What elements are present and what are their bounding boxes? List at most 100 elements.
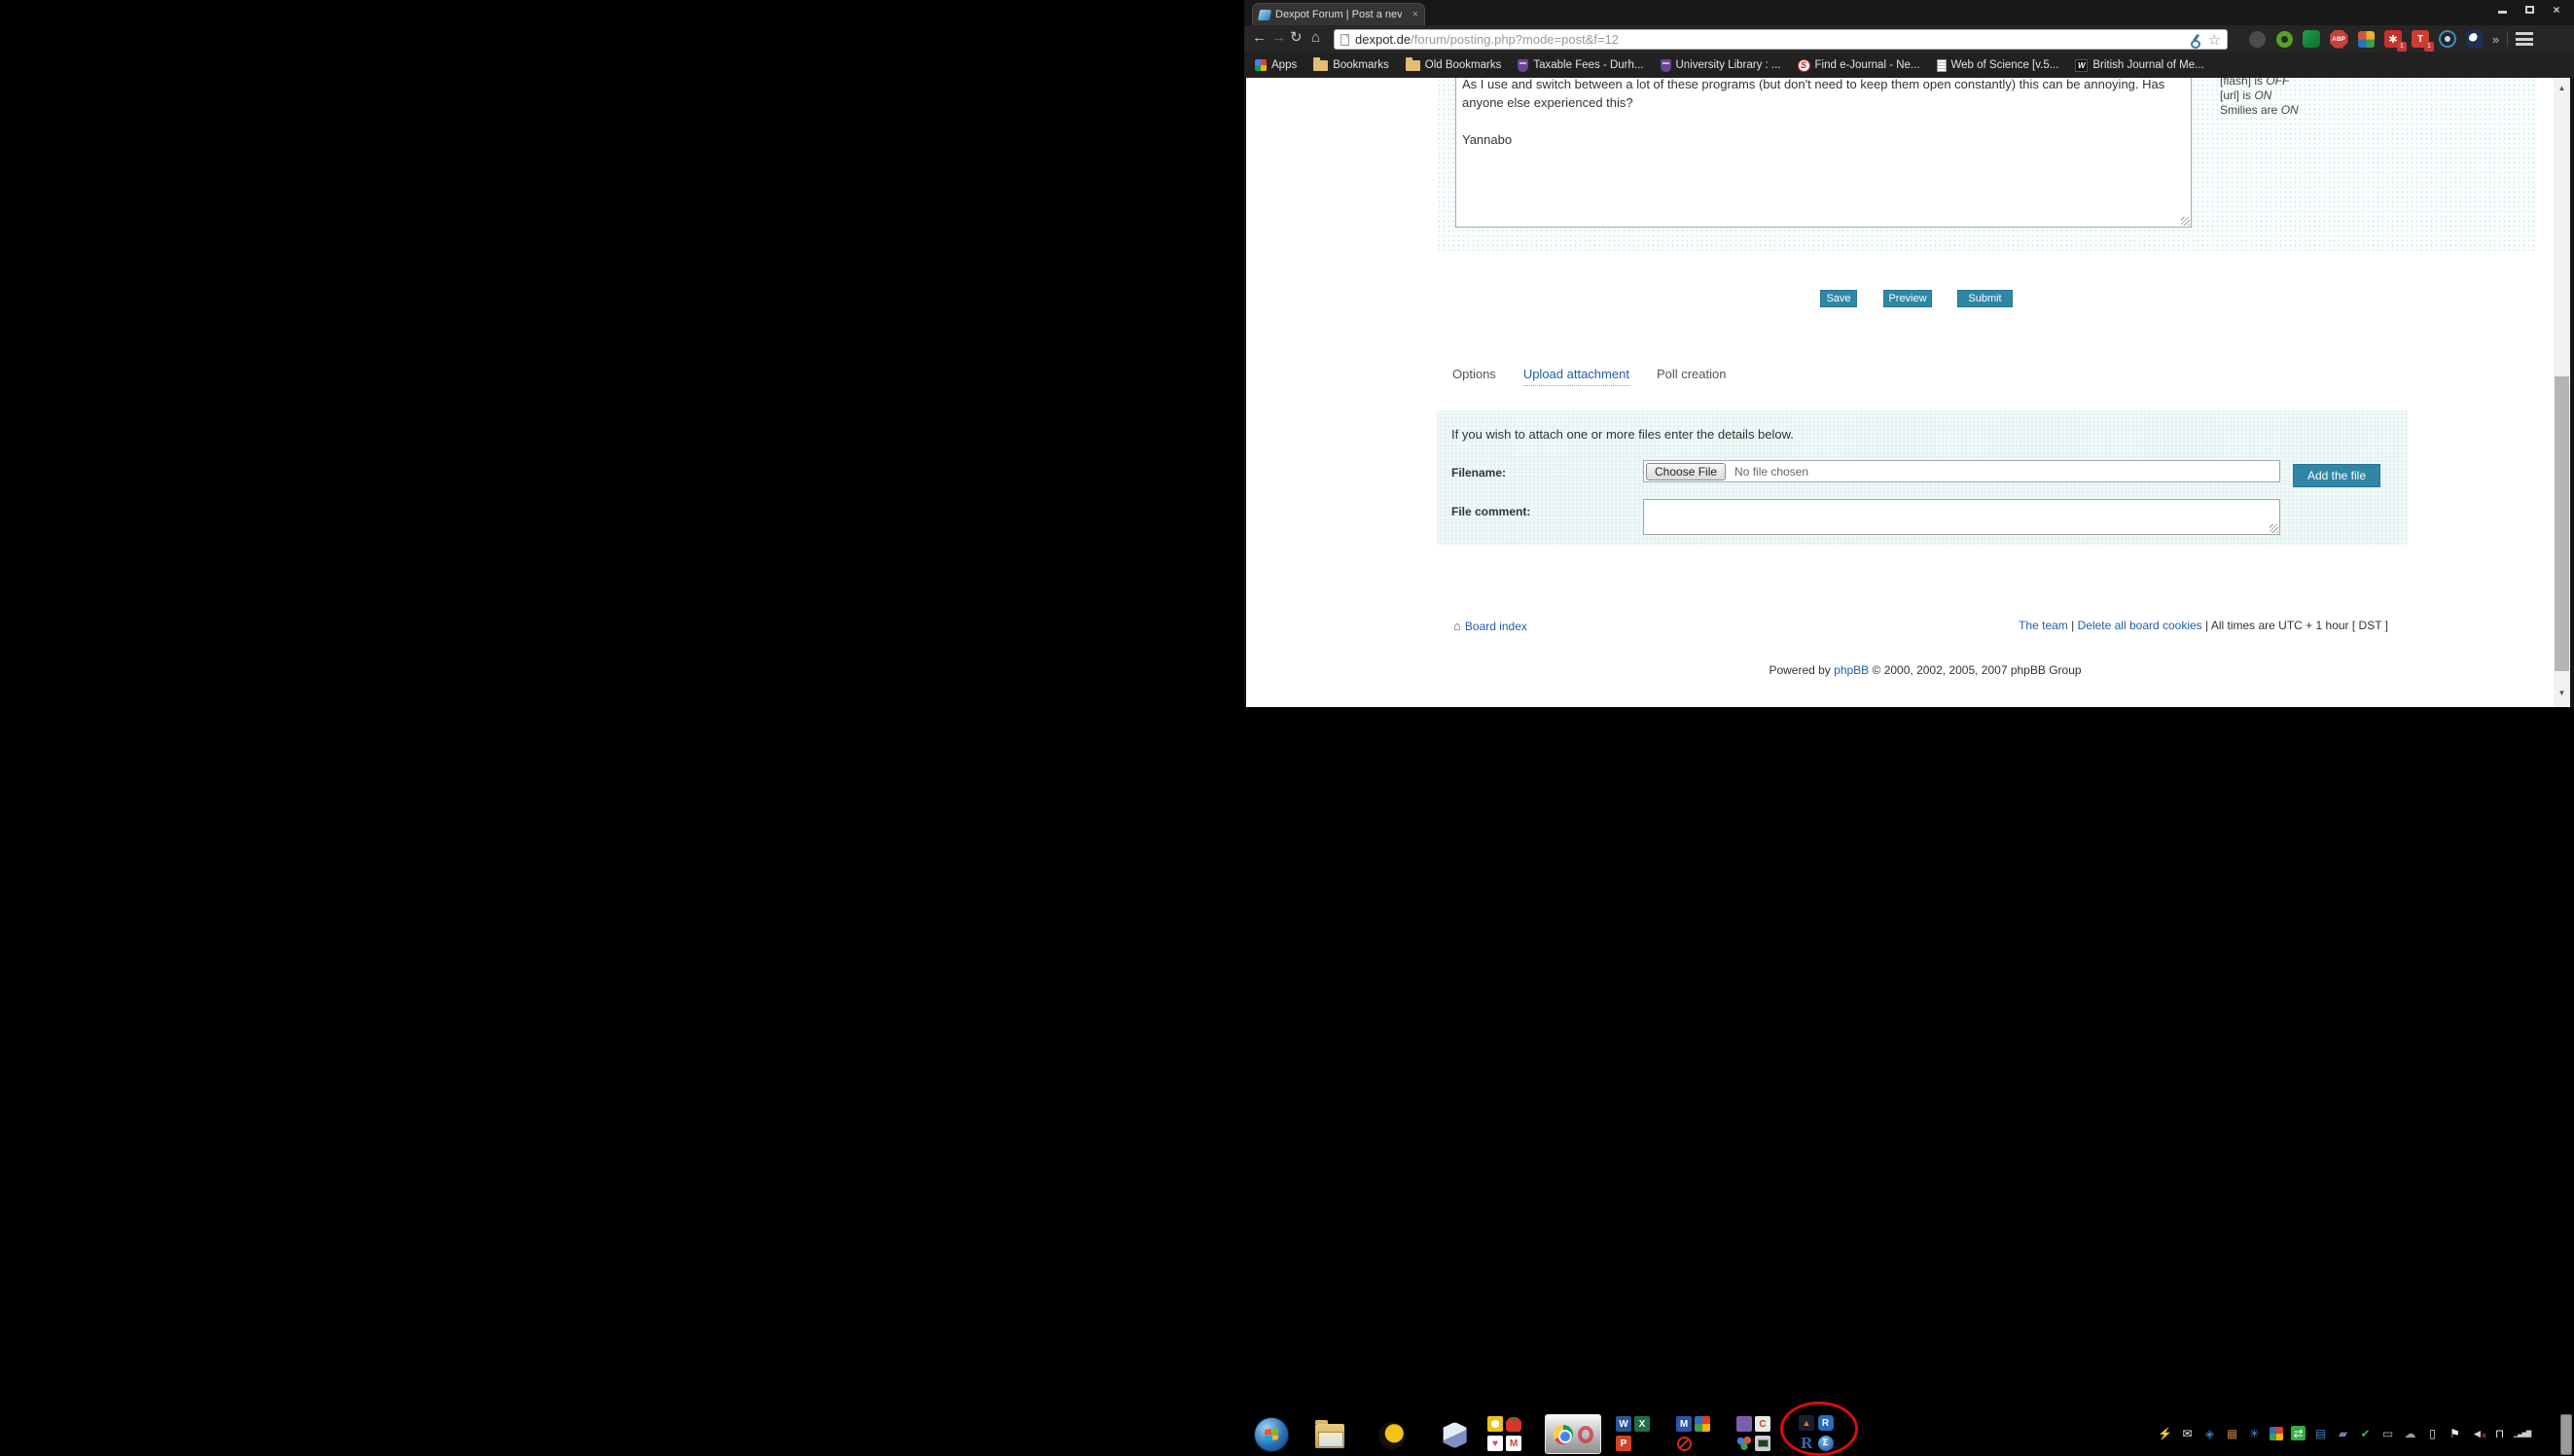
tomato-app-icon[interactable] (1506, 1416, 1521, 1432)
file-explorer-taskbar-icon[interactable] (1315, 1424, 1344, 1448)
volume-muted-tray-icon[interactable]: ◄× (2470, 1426, 2485, 1440)
close-button[interactable]: × (2547, 3, 2566, 16)
textarea-resize-handle[interactable] (2181, 217, 2190, 226)
pocket-app-icon[interactable]: ♥ (1487, 1436, 1503, 1451)
message-textarea[interactable]: As I use and switch between a lot of the… (1456, 78, 2191, 227)
folder-icon (1313, 60, 1328, 71)
comment-resize-handle[interactable] (2270, 524, 2278, 533)
file-input[interactable]: Choose File No file chosen (1643, 460, 2280, 482)
security-group: M (1676, 1416, 1711, 1453)
add-the-file-button[interactable]: Add the file (2293, 464, 2380, 487)
scrollbar-thumb[interactable] (2555, 376, 2569, 671)
update-ok-tray-icon[interactable]: ✔ (2358, 1426, 2373, 1440)
preview-button[interactable]: Preview (1883, 290, 1932, 307)
bookmark-taxable-fees[interactable]: Taxable Fees - Durh... (1518, 59, 1643, 72)
display-tray-icon[interactable]: ▤ (2313, 1426, 2328, 1440)
evernote-extension-icon[interactable] (2274, 29, 2294, 49)
malwarebytes-icon[interactable]: M (1676, 1416, 1692, 1432)
the-team-link[interactable]: The team (2019, 619, 2068, 632)
phpbb-link[interactable]: phpBB (1834, 663, 1869, 677)
antivirus-tray-icon[interactable] (2270, 1427, 2283, 1440)
tab-upload-attachment[interactable]: Upload attachment (1523, 367, 1629, 386)
save-button[interactable]: Save (1820, 290, 1857, 307)
power-tray-icon[interactable]: ⊓ (2492, 1426, 2507, 1440)
audio-app-taskbar-icon[interactable] (1378, 1422, 1406, 1449)
dashlane-extension-icon[interactable] (2302, 29, 2321, 49)
tab-close-icon[interactable]: × (1412, 9, 1418, 20)
eye-extension-icon[interactable] (2438, 29, 2457, 49)
purple-app-icon[interactable] (1736, 1416, 1752, 1432)
minimize-button[interactable] (2492, 3, 2512, 16)
bookmark-star-icon[interactable]: ☆ (2208, 31, 2221, 49)
pinwheel-tray-icon[interactable]: ✳ (2247, 1426, 2262, 1440)
attachment-intro: If you wish to attach one or more files … (1451, 427, 1794, 442)
chrome-icon (1554, 1425, 1573, 1444)
messenger-tray-icon[interactable]: ⚡ (2158, 1426, 2172, 1440)
ccleaner-icon[interactable]: C (1755, 1416, 1770, 1432)
word-icon[interactable]: W (1616, 1416, 1631, 1432)
board-index-link[interactable]: ⌂ Board index (1453, 619, 1527, 633)
dark-circle-extension-icon[interactable] (2465, 29, 2485, 49)
bookmark-apps[interactable]: Apps (1255, 59, 1297, 71)
adblock-plus-extension-icon[interactable]: ABP (2329, 29, 2348, 49)
choose-file-button[interactable]: Choose File (1646, 463, 1726, 480)
start-button[interactable] (1254, 1417, 1289, 1452)
browser-menu-icon[interactable] (2516, 32, 2533, 46)
browser-tab[interactable]: Dexpot Forum | Post a nev × (1252, 3, 1425, 25)
system-monitor-icon[interactable] (1755, 1436, 1770, 1451)
ghostery-extension-icon[interactable] (2247, 29, 2267, 49)
red-circle-annotation (1780, 1402, 1858, 1456)
package-tray-icon[interactable]: ▦ (2225, 1426, 2239, 1440)
virtualbox-taskbar-icon[interactable] (1443, 1422, 1467, 1448)
tab-options[interactable]: Options (1452, 367, 1496, 386)
bookmark-folder-bookmarks[interactable]: Bookmarks (1313, 59, 1389, 71)
lastpass-badge: 1 (2397, 42, 2407, 52)
dropbox-tray-icon[interactable]: ◈ (2202, 1426, 2217, 1440)
bookmark-folder-old-bookmarks[interactable]: Old Bookmarks (1406, 59, 1502, 71)
excel-icon[interactable]: X (1634, 1416, 1650, 1432)
flag-tray-icon[interactable]: ⚑ (2448, 1426, 2462, 1440)
sync-tray-icon[interactable]: ⇄ (2291, 1426, 2306, 1440)
bookmark-british-journal[interactable]: WBritish Journal of Me... (2075, 59, 2203, 72)
scroll-up-icon[interactable]: ▲ (2554, 84, 2570, 92)
chrome-active-taskbar-button[interactable] (1545, 1414, 1601, 1454)
delete-cookies-link[interactable]: Delete all board cookies (2078, 619, 2202, 632)
lastpass-extension-icon[interactable]: ✱1 (2383, 29, 2403, 49)
file-comment-textarea[interactable] (1644, 500, 2279, 534)
page-scrollbar[interactable]: ▲ ▼ (2554, 78, 2570, 707)
lightbulb-app-icon[interactable] (1487, 1416, 1503, 1432)
tab-poll-creation[interactable]: Poll creation (1657, 367, 1727, 386)
page-action-icon[interactable] (2190, 33, 2202, 46)
system-tray: ⚡ ✉ ◈ ▦ ✳ ⇄ ▤ ▰ ✔ ▭ ☁ ▯ ⚑ ◄× ⊓ ▁▃▅▇ (2158, 1426, 2529, 1440)
bookmark-university-library[interactable]: University Library : ... (1661, 59, 1781, 72)
spheres-app-icon[interactable] (1736, 1436, 1752, 1451)
laptop-tray-icon[interactable]: ▭ (2380, 1426, 2395, 1440)
url-text[interactable]: dexpot.de/forum/posting.php?mode=post&f=… (1355, 32, 2184, 47)
bookmark-web-of-science[interactable]: Web of Science [v.5... (1937, 59, 2059, 72)
home-button[interactable]: ⌂ (1311, 27, 1320, 49)
back-button[interactable]: ← (1252, 27, 1267, 49)
trash-tray-icon[interactable]: ▯ (2425, 1426, 2440, 1440)
mail-tray-icon[interactable]: ✉ (2180, 1426, 2195, 1440)
cloud-tray-icon[interactable]: ☁ (2403, 1426, 2417, 1440)
reload-button[interactable]: ↻ (1290, 27, 1303, 49)
todoist-extension-icon[interactable]: T1 (2411, 29, 2430, 49)
blocker-icon[interactable] (1676, 1436, 1692, 1451)
browser-toolbar: ← → ↻ ⌂ dexpot.de/forum/posting.php?mode… (1244, 25, 2574, 53)
mosaic-extension-icon[interactable] (2356, 29, 2376, 49)
submit-button[interactable]: Submit (1957, 290, 2013, 307)
forward-button[interactable]: → (1271, 27, 1286, 49)
antivirus-icon[interactable] (1695, 1416, 1710, 1432)
w-letter-icon: W (2075, 59, 2088, 72)
powerpoint-icon[interactable]: P (1616, 1436, 1631, 1451)
folder-tray-icon[interactable]: ▰ (2336, 1426, 2350, 1440)
extensions-overflow-icon[interactable]: » (2492, 32, 2499, 47)
network-signal-tray-icon[interactable]: ▁▃▅▇ (2515, 1426, 2529, 1440)
show-desktop-button[interactable] (2560, 1414, 2572, 1455)
scroll-down-icon[interactable]: ▼ (2554, 689, 2570, 697)
bookmark-find-ejournal[interactable]: SFind e-Journal - Ne... (1798, 59, 1920, 72)
restore-button[interactable] (2520, 3, 2539, 16)
taskbar: ♥ M W X P M C ▲ R R Σ (0, 707, 2574, 749)
gmail-app-icon[interactable]: M (1506, 1436, 1521, 1451)
address-bar[interactable]: dexpot.de/forum/posting.php?mode=post&f=… (1334, 29, 2228, 50)
